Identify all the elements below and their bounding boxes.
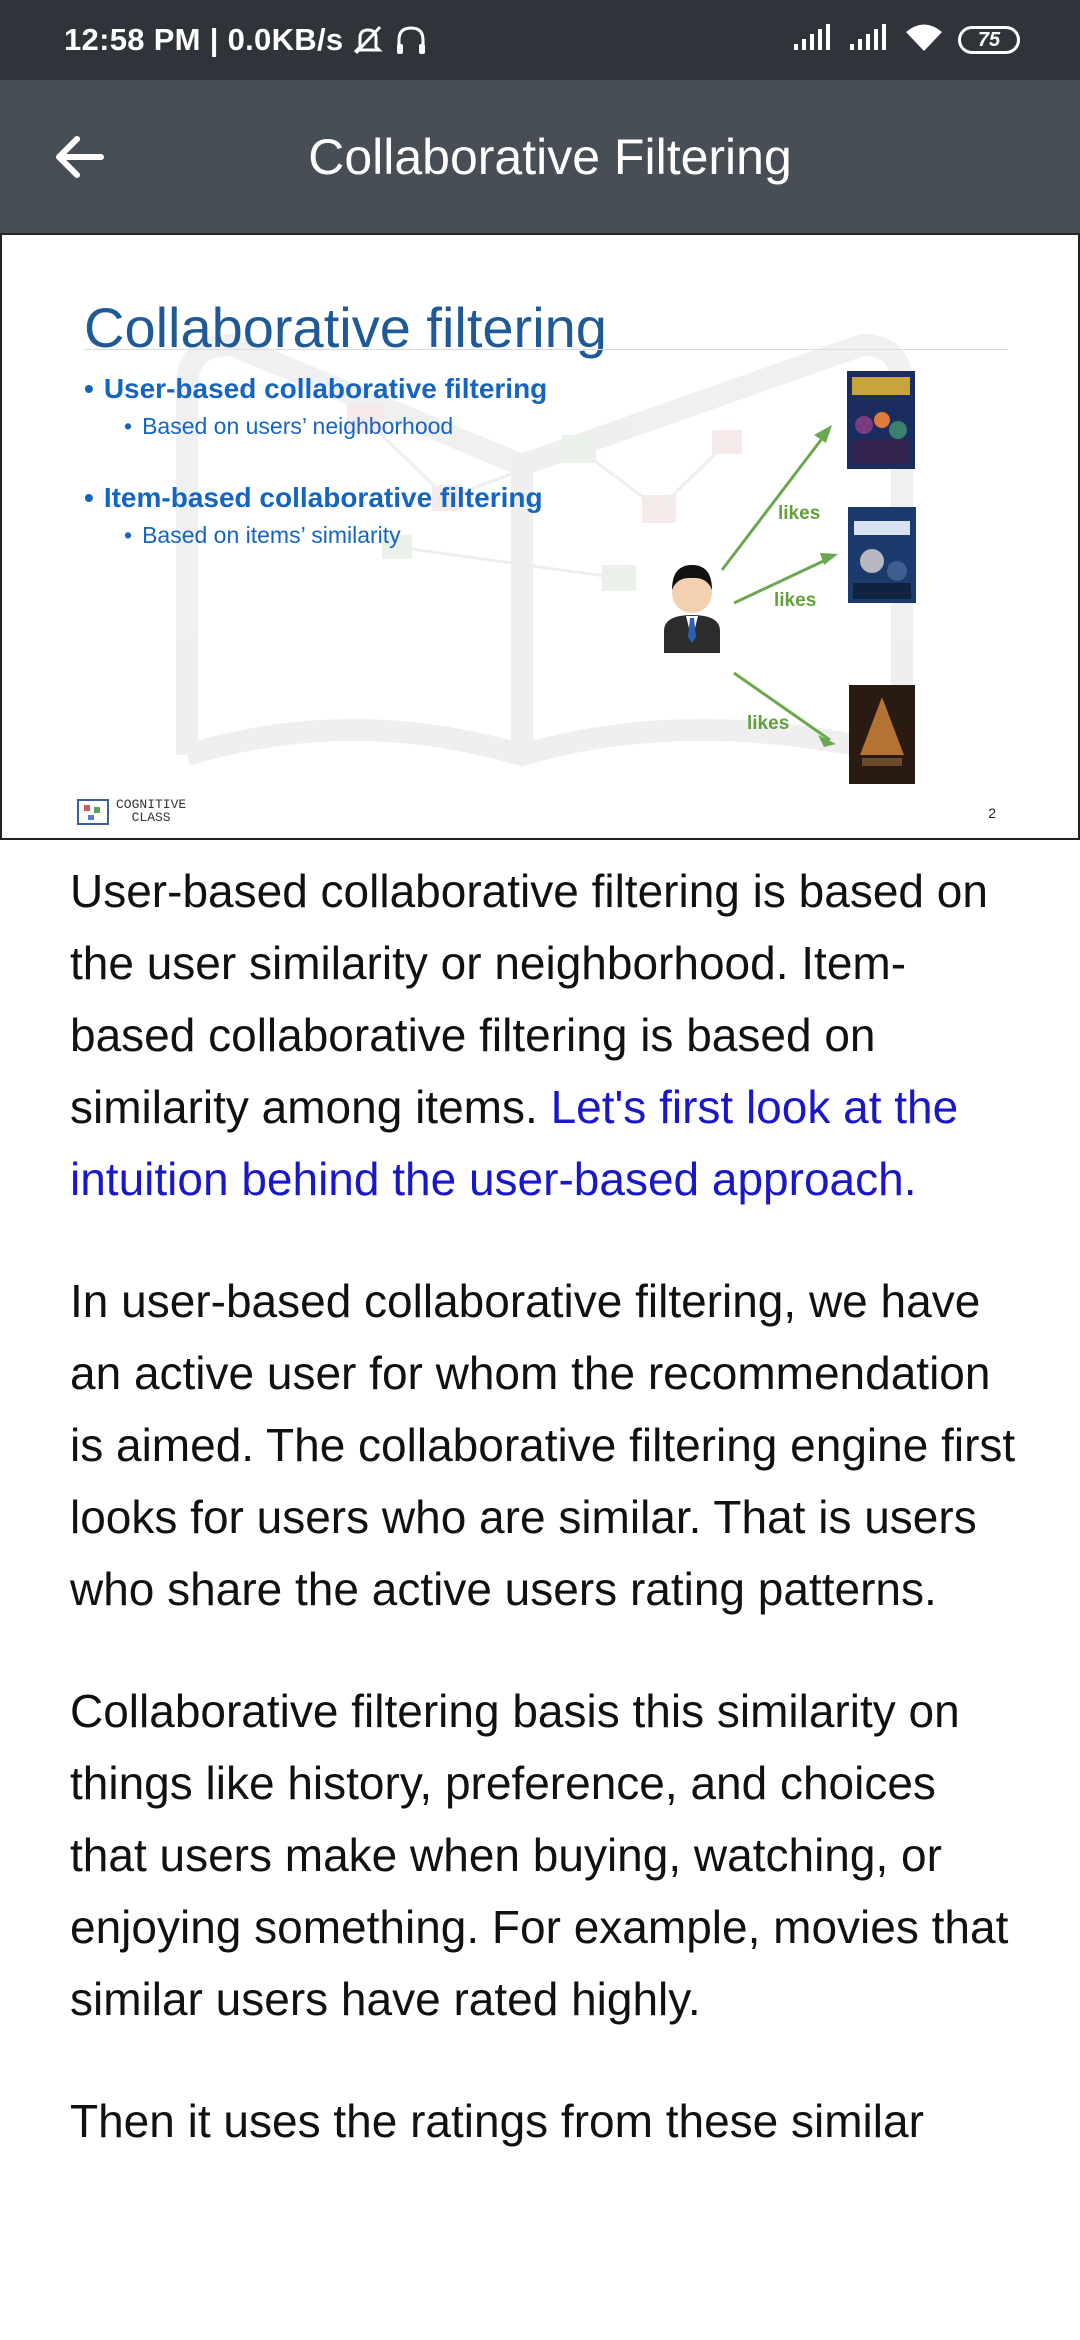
movie-poster bbox=[849, 685, 915, 784]
slide-rule bbox=[84, 349, 1008, 350]
logo-text-line: CLASS bbox=[131, 810, 171, 825]
article-paragraph: Collaborative filtering basis this simil… bbox=[70, 1685, 1009, 2025]
app-bar: Collaborative Filtering bbox=[0, 80, 1080, 233]
article-body: User-based collaborative filtering is ba… bbox=[70, 855, 1020, 2207]
status-time-speed: 12:58 PM | 0.0KB/s bbox=[64, 22, 344, 57]
slide-bullet-sub: Based on items’ similarity bbox=[124, 522, 401, 549]
movie-poster bbox=[847, 371, 915, 469]
likes-label: likes bbox=[774, 590, 817, 611]
lecture-slide: Collaborative filtering User-based colla… bbox=[0, 233, 1080, 840]
slide-title: Collaborative filtering bbox=[84, 296, 607, 359]
mute-icon bbox=[351, 23, 385, 57]
cognitive-class-logo: COGNITIVE CLASS bbox=[76, 797, 186, 825]
slide-number: 2 bbox=[988, 805, 996, 821]
article-paragraph: Then it uses the ratings from these simi… bbox=[70, 2095, 924, 2147]
article-paragraph: In user-based collaborative filtering, w… bbox=[70, 1275, 1016, 1615]
likes-label: likes bbox=[778, 503, 821, 524]
battery-icon: 75 bbox=[958, 26, 1020, 54]
user-icon bbox=[664, 565, 720, 653]
slide-bullet-main: Item-based collaborative filtering bbox=[84, 482, 543, 514]
signal-icon bbox=[792, 23, 834, 57]
status-right: 75 bbox=[792, 23, 1020, 58]
status-bar: 12:58 PM | 0.0KB/s 75 bbox=[0, 0, 1080, 80]
page-title: Collaborative Filtering bbox=[308, 128, 792, 185]
slide-bullet-sub: Based on users’ neighborhood bbox=[124, 413, 453, 440]
slide-bullet-main: User-based collaborative filtering bbox=[84, 373, 547, 405]
likes-label: likes bbox=[747, 713, 790, 734]
status-left: 12:58 PM | 0.0KB/s bbox=[64, 22, 429, 58]
headset-icon bbox=[393, 23, 429, 57]
wifi-icon bbox=[904, 23, 944, 58]
movie-poster bbox=[848, 507, 916, 603]
article-paragraph: User-based collaborative filtering is ba… bbox=[70, 855, 1020, 1215]
signal-icon bbox=[848, 23, 890, 57]
